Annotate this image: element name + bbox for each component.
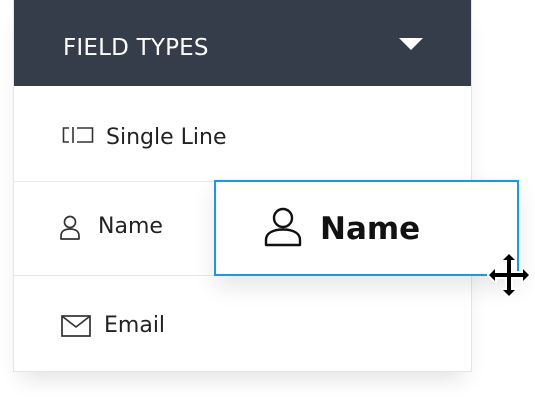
drag-preview-label: Name: [320, 211, 421, 247]
panel-header[interactable]: FIELD TYPES: [14, 0, 471, 86]
panel-title: FIELD TYPES: [63, 35, 209, 61]
person-icon: [60, 215, 80, 240]
field-type-label: Email: [104, 313, 166, 338]
person-icon: [264, 207, 302, 247]
drag-preview-name-field[interactable]: Name: [214, 180, 519, 276]
field-type-item-email[interactable]: Email: [14, 276, 471, 372]
caret-down-icon[interactable]: [399, 38, 423, 50]
move-cursor-icon: [487, 252, 531, 298]
field-type-label: Single Line: [106, 125, 227, 150]
field-type-item-single-line[interactable]: Single Line: [14, 86, 471, 182]
field-type-label: Name: [98, 214, 163, 239]
single-line-field-icon: [62, 127, 94, 143]
envelope-icon: [61, 315, 91, 337]
